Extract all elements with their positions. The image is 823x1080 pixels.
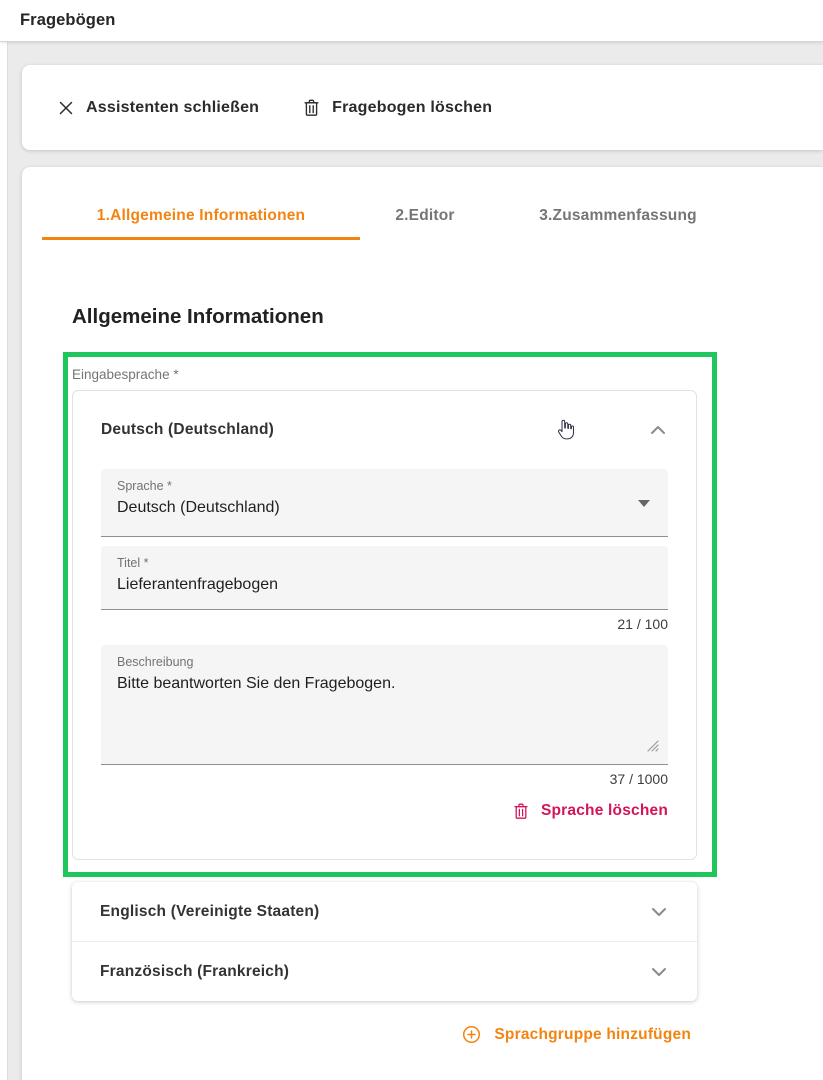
tab-summary[interactable]: 3.Zusammenfassung bbox=[490, 195, 746, 240]
section-heading: Allgemeine Informationen bbox=[72, 305, 324, 329]
tab-editor[interactable]: 2.Editor bbox=[360, 195, 490, 240]
input-language-label: Eingabesprache * bbox=[72, 367, 179, 382]
hand-cursor-icon bbox=[553, 417, 577, 450]
close-icon bbox=[58, 100, 74, 116]
description-field-label: Beschreibung bbox=[117, 655, 652, 669]
description-field-value: Bitte beantworten Sie den Fragebogen. bbox=[117, 675, 652, 693]
chevron-down-icon[interactable] bbox=[651, 967, 667, 977]
language-panel-english-header[interactable]: Englisch (Vereinigte Staaten) bbox=[72, 882, 697, 941]
caret-down-icon bbox=[638, 500, 650, 507]
delete-language-row: Sprache löschen bbox=[101, 802, 668, 820]
wizard-card: 1.Allgemeine Informationen 2.Editor 3.Zu… bbox=[22, 167, 823, 1080]
highlight-box: Eingabesprache * Deutsch (Deutschland) S… bbox=[63, 352, 717, 877]
panel-title: Französisch (Frankreich) bbox=[100, 963, 289, 981]
description-field[interactable]: Beschreibung Bitte beantworten Sie den F… bbox=[101, 645, 668, 765]
language-panel-french-header[interactable]: Französisch (Frankreich) bbox=[72, 942, 697, 1001]
plus-circle-icon bbox=[462, 1025, 481, 1044]
trash-icon bbox=[303, 98, 320, 117]
trash-icon bbox=[513, 802, 529, 820]
tab-general-information[interactable]: 1.Allgemeine Informationen bbox=[42, 195, 360, 240]
chevron-up-icon[interactable] bbox=[650, 425, 666, 435]
collapsed-languages-card: Englisch (Vereinigte Staaten) Französisc… bbox=[72, 882, 697, 1001]
toolbar-card: Assistenten schließen Fragebogen löschen bbox=[22, 65, 823, 150]
delete-questionnaire-label: Fragebogen löschen bbox=[332, 99, 492, 117]
panel-title: Deutsch (Deutschland) bbox=[101, 421, 274, 439]
title-char-counter: 21 / 100 bbox=[101, 616, 668, 632]
title-field-label: Titel * bbox=[117, 556, 652, 570]
title-field[interactable]: Titel * Lieferantenfragebogen bbox=[101, 546, 668, 610]
tab-bar: 1.Allgemeine Informationen 2.Editor 3.Zu… bbox=[42, 195, 746, 240]
language-panel-german-header[interactable]: Deutsch (Deutschland) bbox=[73, 391, 696, 469]
tab-label: 3.Zusammenfassung bbox=[539, 207, 697, 225]
language-panel-german: Deutsch (Deutschland) Sprache * Deutsch … bbox=[72, 390, 697, 860]
language-select-label: Sprache * bbox=[117, 479, 652, 493]
page-title: Fragebögen bbox=[20, 11, 115, 30]
panel-title: Englisch (Vereinigte Staaten) bbox=[100, 903, 319, 921]
add-language-group-label: Sprachgruppe hinzufügen bbox=[494, 1026, 691, 1044]
language-select-value: Deutsch (Deutschland) bbox=[117, 499, 652, 517]
tab-label: 1.Allgemeine Informationen bbox=[97, 207, 305, 225]
delete-questionnaire-button[interactable]: Fragebogen löschen bbox=[303, 98, 492, 117]
language-panel-german-body: Sprache * Deutsch (Deutschland) Titel * … bbox=[73, 469, 696, 820]
delete-language-button[interactable]: Sprache löschen bbox=[513, 802, 668, 820]
chevron-down-icon[interactable] bbox=[651, 907, 667, 917]
close-wizard-label: Assistenten schließen bbox=[86, 99, 259, 117]
left-rail bbox=[0, 42, 8, 1080]
language-select[interactable]: Sprache * Deutsch (Deutschland) bbox=[101, 469, 668, 537]
add-language-group-button[interactable]: Sprachgruppe hinzufügen bbox=[462, 1025, 691, 1044]
delete-language-label: Sprache löschen bbox=[541, 802, 668, 820]
tab-label: 2.Editor bbox=[395, 207, 454, 225]
close-wizard-button[interactable]: Assistenten schließen bbox=[58, 99, 259, 117]
resize-grip-icon[interactable] bbox=[645, 738, 659, 757]
app-header: Fragebögen bbox=[0, 0, 823, 42]
description-char-counter: 37 / 1000 bbox=[101, 771, 668, 787]
page: Fragebögen Assistenten schließen Fra bbox=[0, 0, 823, 1080]
title-field-value: Lieferantenfragebogen bbox=[117, 576, 652, 594]
